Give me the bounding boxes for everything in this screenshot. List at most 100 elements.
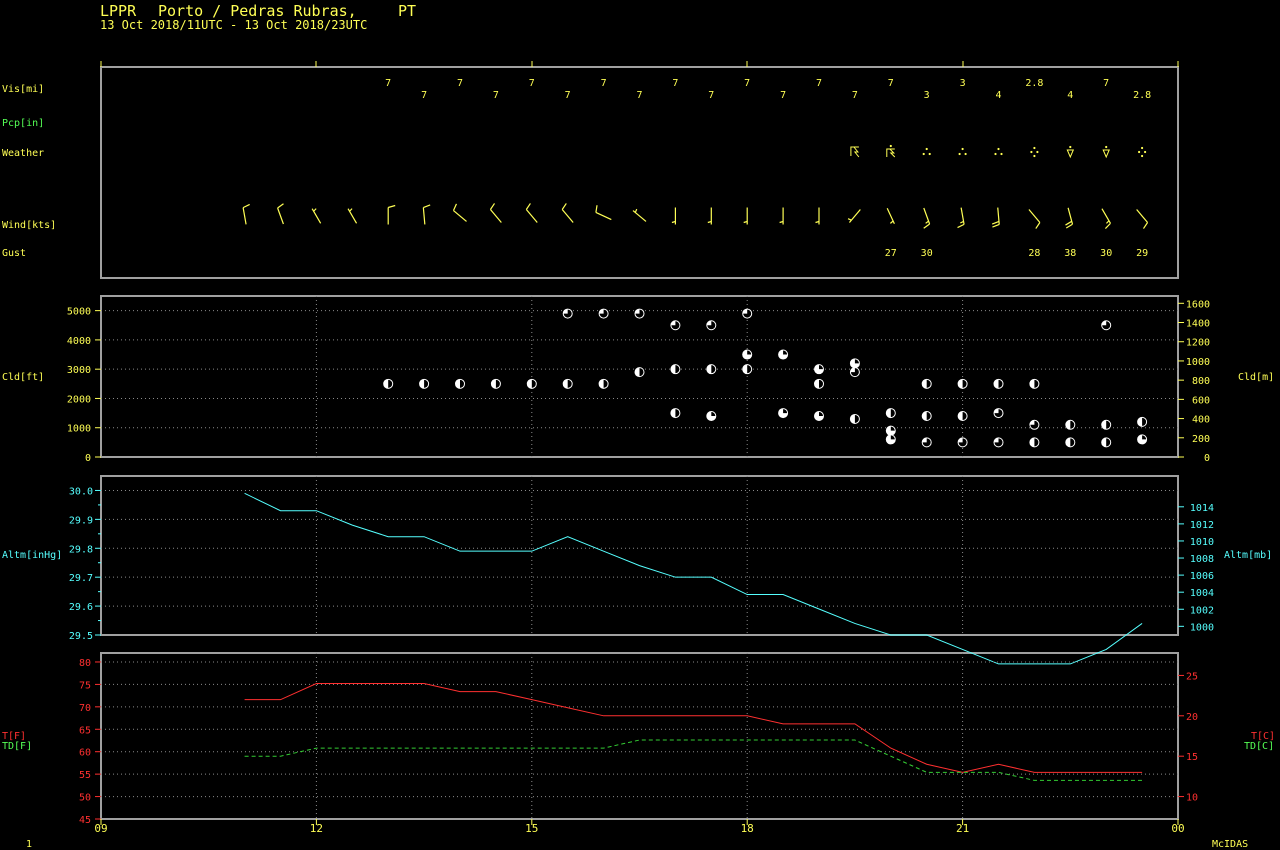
- gust-value: 30: [921, 248, 933, 259]
- cloud-cover-few-icon: [778, 408, 789, 419]
- cloud-cover-few-icon: [1137, 434, 1148, 445]
- y-tick-label-right: 10: [1186, 793, 1198, 804]
- cloud-cover-few-icon: [706, 411, 717, 422]
- y-tick-label: 5000: [67, 307, 91, 318]
- visibility-value: 3: [960, 78, 966, 89]
- cloud-cover-sct-icon: [455, 378, 465, 389]
- visibility-value: 3: [924, 90, 930, 101]
- cloud-cover-bkn-icon: [921, 437, 932, 448]
- y-tick-label: 0: [85, 453, 91, 464]
- visibility-value: 7: [529, 78, 535, 89]
- x-tick-label: 18: [741, 822, 754, 835]
- y-tick-label-right: 25: [1186, 671, 1198, 682]
- y-tick-label-right: 1004: [1190, 588, 1214, 599]
- cloud-cover-sct-icon: [526, 378, 537, 389]
- y-tick-label: 55: [79, 770, 91, 781]
- x-tick-label: 00: [1171, 822, 1184, 835]
- y-tick-label-right: 1012: [1190, 520, 1214, 531]
- cloud-cover-bkn-icon: [634, 308, 645, 319]
- y-tick-label-right: 15: [1186, 752, 1198, 763]
- rain-dot: [958, 152, 961, 156]
- y-tick-label-right: 1014: [1190, 503, 1214, 514]
- y-tick-label: 80: [79, 658, 91, 669]
- visibility-value: 7: [457, 78, 463, 89]
- visibility-value: 7: [852, 90, 858, 101]
- cloud-cover-sct-icon: [598, 378, 609, 389]
- rain-dot: [1000, 152, 1003, 156]
- cloud-cover-sct-icon: [1101, 419, 1112, 430]
- rain-dot: [1030, 150, 1033, 154]
- rain-dot: [994, 152, 997, 156]
- y-tick-label-right: 1400: [1186, 319, 1210, 330]
- gust-value: 30: [1100, 248, 1112, 259]
- cloud-cover-sct-icon: [419, 378, 430, 389]
- cloud-cover-few-icon: [885, 425, 896, 436]
- cloud-cover-bkn-icon: [742, 308, 753, 319]
- y-tick-label: 29.6: [69, 602, 93, 613]
- temp-ylabel-td: TD[F]: [2, 741, 32, 752]
- cloud-cover-sct-icon: [849, 413, 860, 424]
- cloud-cover-sct-icon: [1029, 437, 1040, 448]
- x-tick-label: 09: [94, 822, 107, 835]
- row-label-weather: Weather: [2, 148, 44, 159]
- cloud-cover-sct-icon: [1029, 378, 1040, 389]
- gust-value: 38: [1064, 248, 1076, 259]
- visibility-value: 7: [565, 90, 571, 101]
- rain-dot: [1105, 145, 1108, 149]
- cloud-cover-sct-icon: [885, 408, 896, 419]
- cloud-cover-few-icon: [885, 434, 896, 445]
- y-tick-label: 29.5: [69, 631, 93, 642]
- rain-dot: [925, 147, 928, 151]
- y-tick-label: 29.9: [69, 515, 93, 526]
- footer-frame-number: 1: [26, 839, 32, 850]
- cloud-cover-few-icon: [849, 358, 860, 369]
- y-tick-label: 29.8: [69, 544, 93, 555]
- row-label-gust: Gust: [2, 248, 26, 259]
- visibility-value: 7: [385, 78, 391, 89]
- y-tick-label: 2000: [67, 394, 91, 405]
- cloud-ylabel-right: Cld[m]: [1238, 372, 1274, 383]
- rain-dot: [1033, 146, 1036, 150]
- rain-dot: [928, 152, 931, 156]
- y-tick-label-right: 1010: [1190, 537, 1214, 548]
- cloud-cover-few-icon: [778, 349, 789, 360]
- cloud-cover-bkn-icon: [1029, 419, 1040, 430]
- gust-value: 28: [1028, 248, 1040, 259]
- visibility-value: 7: [816, 78, 822, 89]
- rain-dot: [889, 144, 892, 148]
- y-tick-label-right: 1008: [1190, 554, 1214, 565]
- cloud-cover-sct-icon: [814, 378, 824, 389]
- visibility-value: 7: [1103, 78, 1109, 89]
- y-tick-label-right: 400: [1192, 415, 1210, 426]
- rain-dot: [1141, 146, 1144, 150]
- cloud-cover-bkn-icon: [993, 408, 1004, 419]
- y-tick-label: 1000: [67, 424, 91, 435]
- cloud-cover-sct-icon: [742, 364, 753, 375]
- y-tick-label: 50: [79, 793, 91, 804]
- cloud-cover-sct-icon: [383, 378, 394, 389]
- gust-value: 29: [1136, 248, 1148, 259]
- row-label-wind: Wind[kts]: [2, 220, 56, 231]
- cloud-ylabel-left: Cld[ft]: [2, 372, 44, 383]
- visibility-value: 2.8: [1133, 90, 1151, 101]
- visibility-value: 2.8: [1025, 78, 1043, 89]
- cloud-cover-sct-icon: [921, 378, 932, 389]
- gust-value: 27: [885, 248, 897, 259]
- rain-dot: [964, 152, 967, 156]
- footer-brand: McIDAS: [1212, 839, 1248, 850]
- row-label-vis: Vis[mi]: [2, 84, 44, 95]
- altm-ylabel-left: Altm[inHg]: [2, 550, 62, 561]
- visibility-value: 7: [636, 90, 642, 101]
- y-tick-label: 29.7: [69, 573, 93, 584]
- y-tick-label-right: 600: [1192, 395, 1210, 406]
- y-tick-label: 75: [79, 680, 91, 691]
- y-tick-label-right: 200: [1192, 434, 1210, 445]
- visibility-value: 7: [888, 78, 894, 89]
- x-tick-label: 15: [525, 822, 538, 835]
- cloud-cover-sct-icon: [1137, 416, 1148, 427]
- rain-dot: [961, 147, 964, 151]
- visibility-value: 7: [601, 78, 607, 89]
- y-tick-label-right: 1000: [1186, 357, 1210, 368]
- cloud-cover-few-icon: [814, 364, 824, 375]
- cloud-cover-sct-icon: [957, 411, 968, 422]
